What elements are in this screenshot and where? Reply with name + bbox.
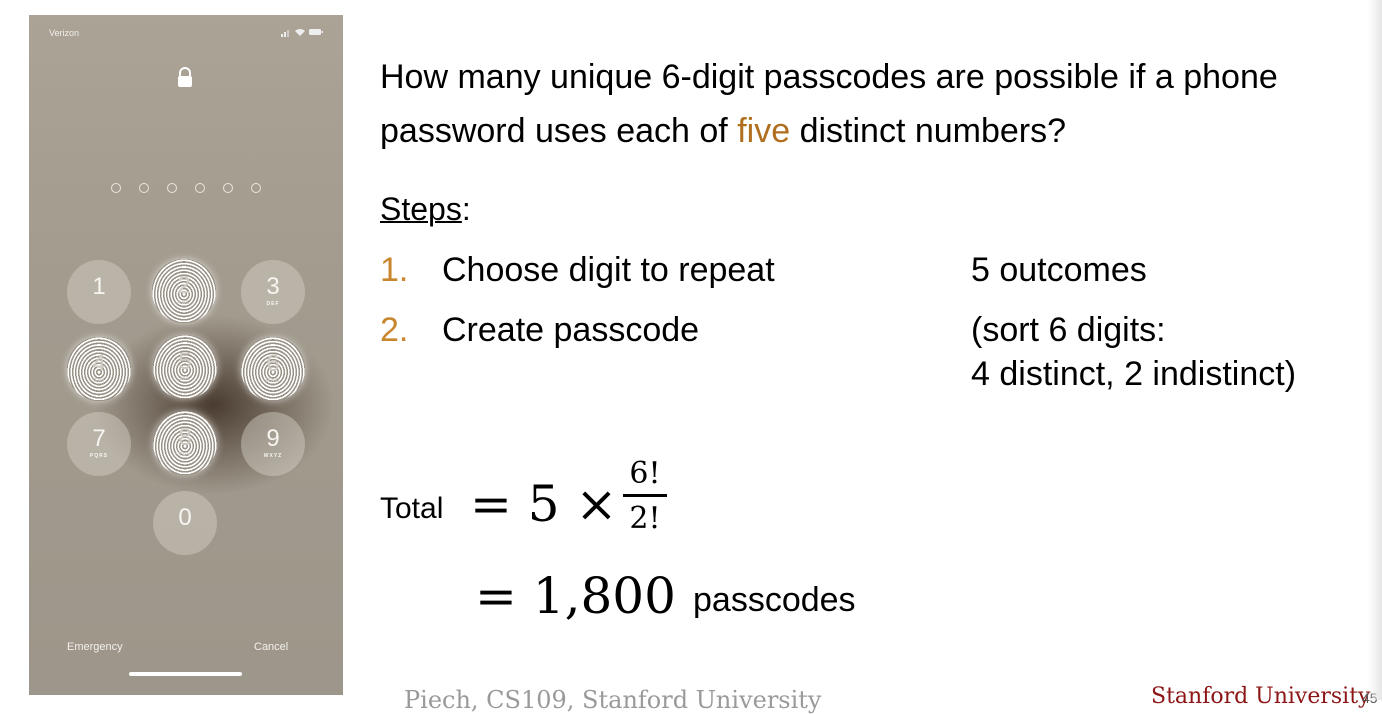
- keypad-key-1[interactable]: 1: [67, 260, 131, 324]
- formula-line-1: = 5 ×: [470, 475, 618, 533]
- carrier-label: Verizon: [49, 28, 80, 38]
- footer-course: Piech, CS109, Stanford University: [404, 686, 822, 714]
- outcome-line: (sort 6 digits:: [971, 311, 1166, 349]
- status-icons: [281, 29, 323, 37]
- step-number: 2.: [380, 311, 409, 349]
- emergency-button[interactable]: Emergency: [67, 641, 123, 653]
- step-number: 1.: [380, 251, 409, 289]
- slide-edge: [1368, 0, 1382, 700]
- keypad-key-8-smudged[interactable]: 8 TUV: [153, 411, 217, 475]
- home-indicator[interactable]: [129, 672, 242, 676]
- steps-heading: Steps:: [380, 190, 471, 228]
- step-item: 2. Create passcode: [380, 310, 699, 350]
- question-part: distinct numbers?: [790, 112, 1067, 150]
- passcode-dot: [195, 183, 205, 193]
- step-item: 1. Choose digit to repeat: [380, 250, 775, 290]
- keypad-key-7[interactable]: 7 PQRS: [67, 412, 131, 476]
- keypad-key-5-smudged[interactable]: 5 JKL: [153, 335, 217, 399]
- step-text: Create passcode: [442, 311, 700, 349]
- fraction-bar: [623, 494, 667, 497]
- keypad-key-3[interactable]: 3 DEF: [241, 260, 305, 324]
- formula-line-2: = 1,800: [475, 567, 676, 625]
- cancel-button[interactable]: Cancel: [254, 641, 288, 653]
- passcode-dot: [111, 183, 121, 193]
- question-highlight: five: [737, 112, 791, 150]
- formula-fraction: 6! 2!: [623, 456, 667, 537]
- steps-heading-colon: :: [461, 191, 471, 227]
- footer-university: Stanford University: [1151, 684, 1371, 709]
- step-outcome: (sort 6 digits: 4 distinct, 2 indistinct…: [971, 308, 1296, 396]
- passcode-dot: [223, 183, 233, 193]
- passcode-dot: [139, 183, 149, 193]
- outcome-line: 5 outcomes: [971, 251, 1147, 289]
- question-text: How many unique 6-digit passcodes are po…: [380, 50, 1370, 158]
- passcode-dot: [251, 183, 261, 193]
- formula-unit: passcodes: [693, 581, 856, 619]
- keypad-key-9[interactable]: 9 WXYZ: [241, 412, 305, 476]
- phone-lockscreen-image: Verizon 1 2 ABC 3 DEF 4 GHI 5 JKL 6 MNO 7 PQRS…: [29, 15, 343, 695]
- keypad-key-0[interactable]: 0: [153, 491, 217, 555]
- passcode-dots: [111, 183, 261, 197]
- fraction-numerator: 6!: [629, 456, 661, 491]
- total-label: Total: [380, 492, 444, 525]
- fraction-denominator: 2!: [629, 501, 661, 536]
- keypad-key-4-smudged[interactable]: 4 GHI: [67, 337, 131, 401]
- keypad-key-2-smudged[interactable]: 2 ABC: [152, 259, 216, 323]
- step-text: Choose digit to repeat: [442, 251, 775, 289]
- steps-heading-text: Steps: [380, 191, 462, 227]
- lock-icon: [178, 67, 192, 87]
- step-outcome: 5 outcomes: [971, 248, 1147, 292]
- passcode-dot: [167, 183, 177, 193]
- outcome-line: 4 distinct, 2 indistinct): [971, 355, 1297, 393]
- keypad-key-6-smudged[interactable]: 6 MNO: [241, 337, 305, 401]
